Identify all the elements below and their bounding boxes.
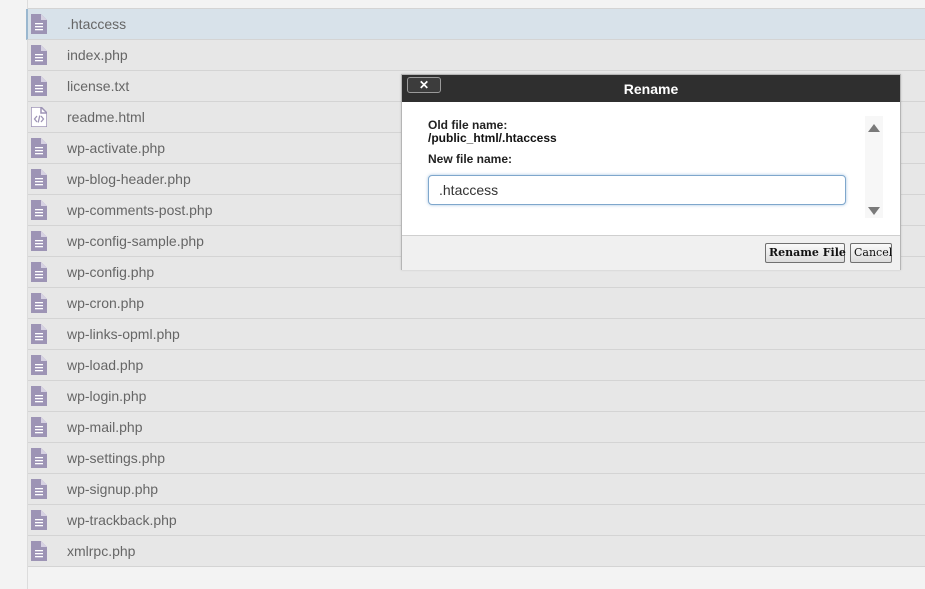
rename-dialog: ✕ Rename Old file name: /public_html/.ht… bbox=[401, 74, 901, 270]
file-name[interactable]: wp-config-sample.php bbox=[67, 233, 204, 249]
old-file-name-label: Old file name: bbox=[428, 118, 508, 132]
old-file-name-value: /public_html/.htaccess bbox=[428, 131, 557, 145]
text-file-icon bbox=[31, 541, 47, 561]
file-name[interactable]: wp-activate.php bbox=[67, 140, 165, 156]
dialog-scrollbar[interactable] bbox=[865, 116, 883, 218]
file-name[interactable]: wp-signup.php bbox=[67, 481, 158, 497]
left-gutter bbox=[0, 0, 28, 589]
text-file-icon bbox=[31, 479, 47, 499]
file-manager-screen: .htaccess index.php license.txt readme.html… bbox=[0, 0, 925, 589]
list-empty-area bbox=[28, 567, 925, 589]
new-file-name-input[interactable] bbox=[428, 175, 846, 205]
text-file-icon bbox=[31, 200, 47, 220]
text-file-icon bbox=[31, 14, 47, 34]
text-file-icon bbox=[31, 386, 47, 406]
text-file-icon bbox=[31, 262, 47, 282]
file-row[interactable]: wp-load.php bbox=[28, 350, 925, 381]
file-name[interactable]: wp-comments-post.php bbox=[67, 202, 213, 218]
file-name[interactable]: license.txt bbox=[67, 78, 129, 94]
text-file-icon bbox=[31, 417, 47, 437]
file-name[interactable]: index.php bbox=[67, 47, 128, 63]
text-file-icon bbox=[31, 169, 47, 189]
file-name[interactable]: readme.html bbox=[67, 109, 145, 125]
file-name[interactable]: wp-login.php bbox=[67, 388, 146, 404]
text-file-icon bbox=[31, 76, 47, 96]
file-row[interactable]: wp-links-opml.php bbox=[28, 319, 925, 350]
file-row[interactable]: wp-cron.php bbox=[28, 288, 925, 319]
dialog-body: Old file name: /public_html/.htaccess Ne… bbox=[402, 102, 900, 235]
text-file-icon bbox=[31, 293, 47, 313]
file-row[interactable]: wp-settings.php bbox=[28, 443, 925, 474]
cancel-button[interactable]: Cancel bbox=[850, 243, 892, 263]
file-name[interactable]: wp-mail.php bbox=[67, 419, 142, 435]
text-file-icon bbox=[31, 231, 47, 251]
file-row[interactable]: index.php bbox=[28, 40, 925, 71]
file-name[interactable]: wp-config.php bbox=[67, 264, 154, 280]
text-file-icon bbox=[31, 510, 47, 530]
dialog-footer: Rename File Cancel bbox=[402, 235, 900, 270]
file-name[interactable]: wp-load.php bbox=[67, 357, 143, 373]
file-row[interactable]: wp-trackback.php bbox=[28, 505, 925, 536]
dialog-title: Rename bbox=[623, 81, 679, 97]
scroll-up-arrow-icon[interactable] bbox=[868, 124, 880, 132]
text-file-icon bbox=[31, 355, 47, 375]
file-row[interactable]: .htaccess bbox=[26, 9, 925, 40]
file-row[interactable]: wp-login.php bbox=[28, 381, 925, 412]
file-name[interactable]: wp-links-opml.php bbox=[67, 326, 180, 342]
file-name[interactable]: xmlrpc.php bbox=[67, 543, 135, 559]
text-file-icon bbox=[31, 324, 47, 344]
scroll-down-arrow-icon[interactable] bbox=[868, 207, 880, 215]
text-file-icon bbox=[31, 45, 47, 65]
text-file-icon bbox=[31, 138, 47, 158]
file-row[interactable]: wp-mail.php bbox=[28, 412, 925, 443]
file-name[interactable]: wp-trackback.php bbox=[67, 512, 177, 528]
rename-file-button[interactable]: Rename File bbox=[765, 243, 846, 263]
file-name[interactable]: wp-cron.php bbox=[67, 295, 144, 311]
text-file-icon bbox=[31, 448, 47, 468]
html-file-icon bbox=[30, 106, 48, 128]
file-row[interactable]: wp-signup.php bbox=[28, 474, 925, 505]
dialog-titlebar[interactable]: ✕ Rename bbox=[402, 75, 900, 102]
file-row[interactable]: xmlrpc.php bbox=[28, 536, 925, 567]
file-name[interactable]: wp-blog-header.php bbox=[67, 171, 191, 187]
file-name[interactable]: .htaccess bbox=[67, 16, 126, 32]
new-file-name-label: New file name: bbox=[428, 152, 513, 166]
file-name[interactable]: wp-settings.php bbox=[67, 450, 165, 466]
